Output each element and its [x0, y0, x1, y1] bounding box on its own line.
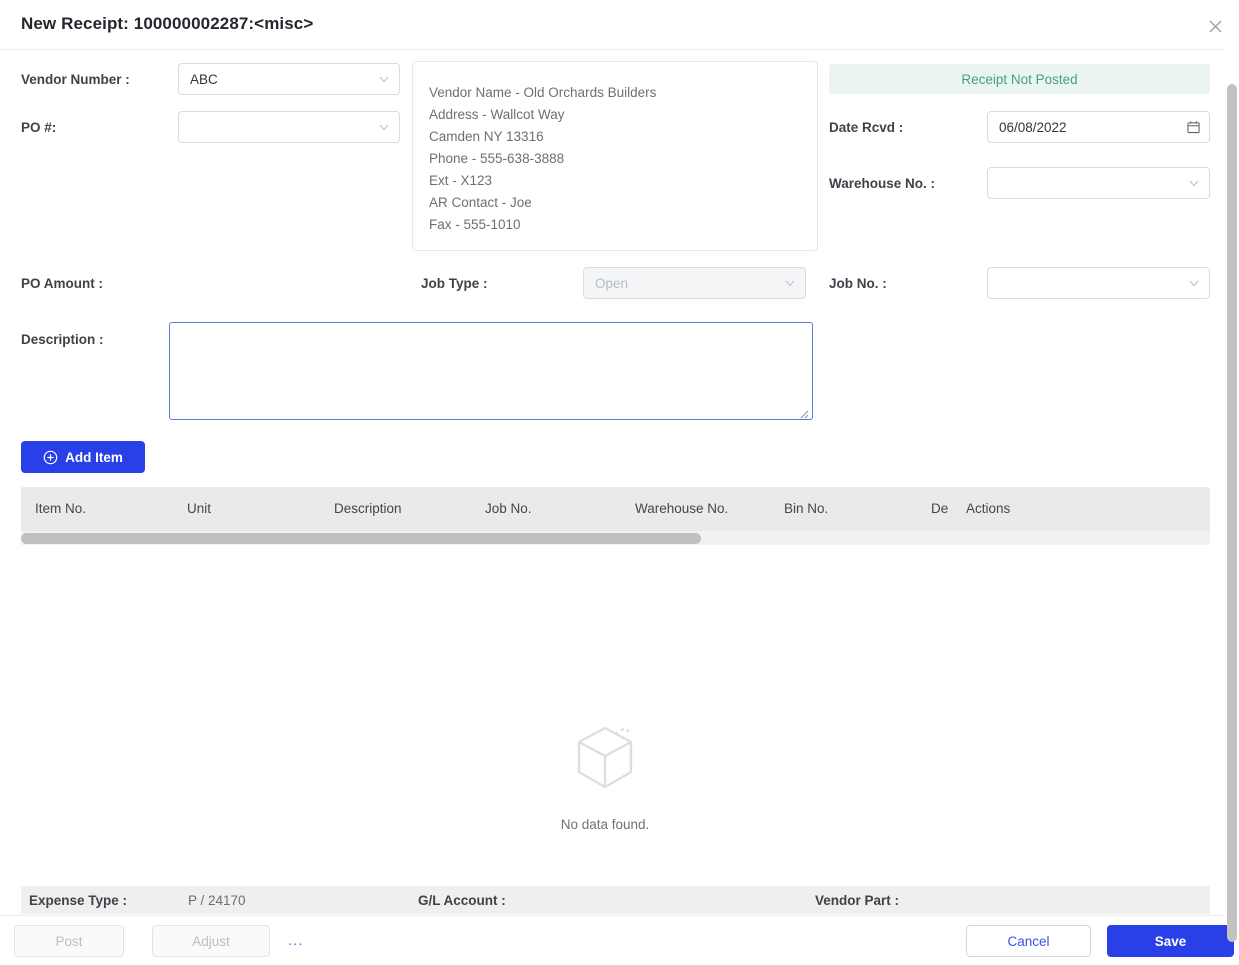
job-type-value: Open: [595, 275, 629, 291]
items-table-horizontal-scrollbar[interactable]: [21, 531, 1210, 545]
chevron-down-icon: [378, 121, 390, 133]
empty-state-text: No data found.: [560, 817, 650, 832]
chevron-down-icon: [378, 73, 390, 85]
warehouse-no-label: Warehouse No. :: [829, 176, 936, 191]
add-item-button[interactable]: Add Item: [21, 441, 145, 473]
job-no-select[interactable]: [987, 267, 1210, 299]
vendor-info-line: Vendor Name - Old Orchards Builders: [429, 85, 657, 100]
job-type-select: Open: [583, 267, 806, 299]
job-no-label: Job No. :: [829, 276, 887, 291]
column-header-warehouse-no[interactable]: Warehouse No.: [635, 501, 728, 516]
expense-summary-strip: Expense Type : P / 24170 G/L Account : V…: [21, 886, 1210, 914]
job-type-label: Job Type :: [421, 276, 488, 291]
post-button: Post: [14, 925, 124, 957]
page-title: New Receipt: 100000002287:<misc>: [21, 14, 314, 33]
status-badge: Receipt Not Posted: [829, 64, 1210, 94]
items-table-header-row: Item No. Unit Description Job No. Wareho…: [21, 487, 1210, 531]
chevron-down-icon: [784, 277, 796, 289]
vendor-info-line: Ext - X123: [429, 173, 493, 188]
date-rcvd-label: Date Rcvd :: [829, 120, 904, 135]
empty-state: No data found.: [0, 710, 1210, 832]
vendor-info-line: Fax - 555-1010: [429, 217, 521, 232]
date-rcvd-value: 06/08/2022: [999, 119, 1067, 135]
calendar-icon[interactable]: [1187, 121, 1200, 134]
vendor-info-line: AR Contact - Joe: [429, 195, 532, 210]
close-icon[interactable]: [1203, 14, 1227, 38]
vendor-number-label: Vendor Number :: [21, 72, 130, 87]
scrollbar-thumb[interactable]: [1227, 84, 1237, 942]
vendor-info-line: Camden NY 13316: [429, 129, 544, 144]
save-button[interactable]: Save: [1107, 925, 1234, 957]
gl-account-label: G/L Account :: [418, 893, 506, 908]
add-item-label: Add Item: [65, 449, 123, 465]
plus-circle-icon: [43, 450, 58, 465]
column-header-description[interactable]: Description: [334, 501, 402, 516]
description-label: Description :: [21, 332, 104, 347]
vendor-part-label: Vendor Part :: [815, 893, 900, 908]
column-header-bin-no[interactable]: Bin No.: [784, 501, 828, 516]
scrollbar-thumb[interactable]: [21, 533, 701, 544]
chevron-down-icon: [1188, 177, 1200, 189]
dialog-body: Vendor Number : ABC PO #: Vendor Name - …: [0, 50, 1222, 915]
column-header-actions[interactable]: Actions: [962, 501, 1011, 516]
date-rcvd-input[interactable]: 06/08/2022: [987, 111, 1210, 143]
expense-type-value: P / 24170: [188, 893, 246, 908]
column-header-job-no[interactable]: Job No.: [485, 501, 532, 516]
page-vertical-scrollbar[interactable]: [1225, 40, 1239, 942]
vendor-info-line: Phone - 555-638-3888: [429, 151, 565, 166]
po-amount-label: PO Amount :: [21, 276, 103, 291]
vendor-info-card: Vendor Name - Old Orchards Builders Addr…: [412, 61, 818, 251]
chevron-down-icon: [1188, 277, 1200, 289]
column-header-de[interactable]: De: [931, 501, 949, 516]
cancel-button[interactable]: Cancel: [966, 925, 1091, 957]
column-header-item-no[interactable]: Item No.: [35, 501, 86, 516]
vendor-number-value: ABC: [190, 71, 218, 87]
dialog-footer: Post Adjust ... Cancel Save: [0, 915, 1239, 965]
dialog-header: New Receipt: 100000002287:<misc>: [0, 0, 1239, 50]
expense-type-label: Expense Type :: [29, 893, 128, 908]
adjust-button: Adjust: [152, 925, 270, 957]
description-input[interactable]: [169, 322, 813, 420]
items-table: Item No. Unit Description Job No. Wareho…: [21, 487, 1210, 545]
warehouse-no-select[interactable]: [987, 167, 1210, 199]
new-receipt-dialog: New Receipt: 100000002287:<misc> Vendor …: [0, 0, 1239, 965]
po-number-select[interactable]: [178, 111, 400, 143]
po-number-label: PO #:: [21, 120, 57, 135]
more-actions-button[interactable]: ...: [288, 933, 304, 948]
vendor-number-select[interactable]: ABC: [178, 63, 400, 95]
vendor-info-line: Address - Wallcot Way: [429, 107, 565, 122]
empty-box-icon: [563, 710, 647, 799]
column-header-unit[interactable]: Unit: [187, 501, 211, 516]
